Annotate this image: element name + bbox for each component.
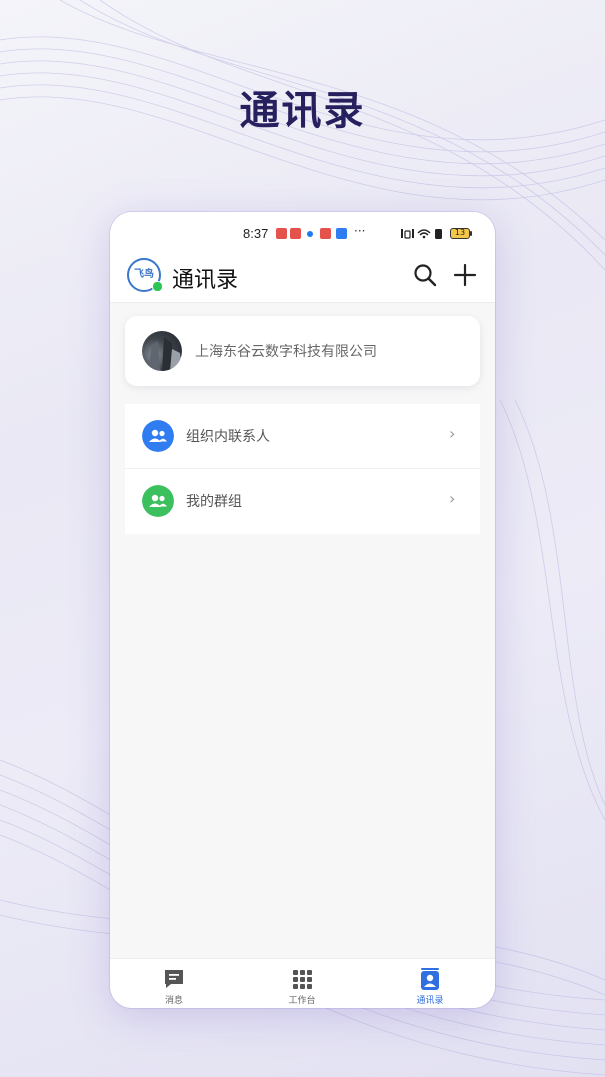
chevron-right-icon: ›	[449, 489, 456, 508]
tab-contacts[interactable]: 通讯录	[366, 959, 494, 1008]
tab-label: 通讯录	[416, 996, 444, 1006]
contacts-icon	[421, 968, 439, 990]
online-status-dot	[152, 281, 163, 292]
notification-dot-icon	[307, 231, 313, 237]
notification-icon	[320, 228, 331, 239]
notification-icon	[276, 228, 287, 239]
tab-label: 消息	[164, 996, 183, 1006]
organization-name: 上海东谷云数字科技有限公司	[195, 344, 377, 360]
bottom-tab-bar: 消息 工作台 通讯录	[110, 958, 495, 1008]
menu-item-label: 组织内联系人	[186, 429, 270, 445]
app-header: 飞鸟 通讯录	[110, 256, 495, 303]
people-icon	[142, 420, 174, 452]
organization-card[interactable]: 上海东谷云数字科技有限公司	[125, 316, 480, 386]
phone-screen: 8:37 ··· 13 飞鸟 通讯录 上海东谷云数字科技有限公司 组织内联系人 …	[110, 212, 495, 1008]
status-bar: 8:37 ··· 13	[110, 212, 495, 256]
status-time: 8:37	[243, 226, 269, 241]
more-notifications-icon: ···	[354, 224, 366, 238]
message-icon	[165, 970, 183, 988]
page-title: 通讯录	[172, 268, 239, 293]
search-icon[interactable]	[412, 262, 438, 288]
notification-icon	[336, 228, 347, 239]
tab-workbench[interactable]: 工作台	[238, 959, 366, 1008]
tab-label: 工作台	[288, 996, 316, 1006]
tab-messages[interactable]: 消息	[110, 959, 238, 1008]
signal-wifi-icon	[400, 227, 446, 243]
contacts-menu: 组织内联系人 › 我的群组 ›	[125, 404, 480, 534]
chevron-right-icon: ›	[449, 424, 456, 443]
menu-item-my-groups[interactable]: 我的群组 ›	[125, 469, 480, 533]
organization-avatar	[142, 331, 182, 371]
group-icon	[142, 485, 174, 517]
battery-icon: 13	[450, 228, 470, 239]
battery-tip	[470, 231, 472, 236]
notification-icon	[290, 228, 301, 239]
add-icon[interactable]	[452, 262, 478, 288]
grid-icon	[293, 970, 312, 989]
menu-item-org-contacts[interactable]: 组织内联系人 ›	[125, 404, 480, 469]
menu-item-label: 我的群组	[186, 494, 242, 510]
promo-title: 通讯录	[239, 88, 366, 134]
